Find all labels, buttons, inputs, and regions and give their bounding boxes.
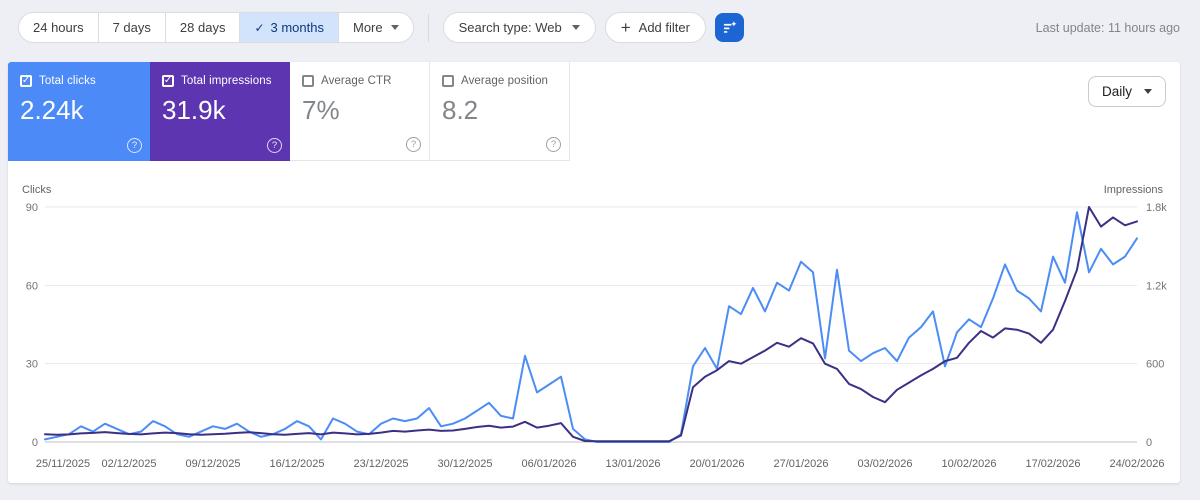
svg-text:27/01/2026: 27/01/2026	[773, 458, 828, 470]
svg-text:60: 60	[26, 280, 38, 292]
svg-text:Clicks: Clicks	[22, 184, 52, 196]
svg-text:1.8k: 1.8k	[1146, 202, 1167, 214]
performance-chart[interactable]: 0 0 30 600 60 1.2k 90 1.8k Clicks Impressions 25/1…	[0, 0, 1200, 500]
svg-text:16/12/2025: 16/12/2025	[269, 458, 324, 470]
svg-text:20/01/2026: 20/01/2026	[689, 458, 744, 470]
svg-text:17/02/2026: 17/02/2026	[1025, 458, 1080, 470]
svg-text:03/02/2026: 03/02/2026	[857, 458, 912, 470]
svg-text:24/02/2026: 24/02/2026	[1109, 458, 1164, 470]
svg-text:25/11/2025: 25/11/2025	[36, 458, 90, 470]
svg-text:90: 90	[26, 202, 38, 214]
svg-text:10/02/2026: 10/02/2026	[941, 458, 996, 470]
svg-text:1.2k: 1.2k	[1146, 280, 1167, 292]
svg-text:02/12/2025: 02/12/2025	[101, 458, 156, 470]
svg-text:0: 0	[32, 437, 38, 449]
svg-text:30/12/2025: 30/12/2025	[437, 458, 492, 470]
svg-text:600: 600	[1146, 359, 1164, 371]
svg-text:09/12/2025: 09/12/2025	[185, 458, 240, 470]
svg-text:23/12/2025: 23/12/2025	[353, 458, 408, 470]
svg-text:0: 0	[1146, 437, 1152, 449]
svg-text:06/01/2026: 06/01/2026	[521, 458, 576, 470]
svg-text:13/01/2026: 13/01/2026	[605, 458, 660, 470]
svg-text:30: 30	[26, 359, 38, 371]
svg-text:Impressions: Impressions	[1104, 184, 1164, 196]
